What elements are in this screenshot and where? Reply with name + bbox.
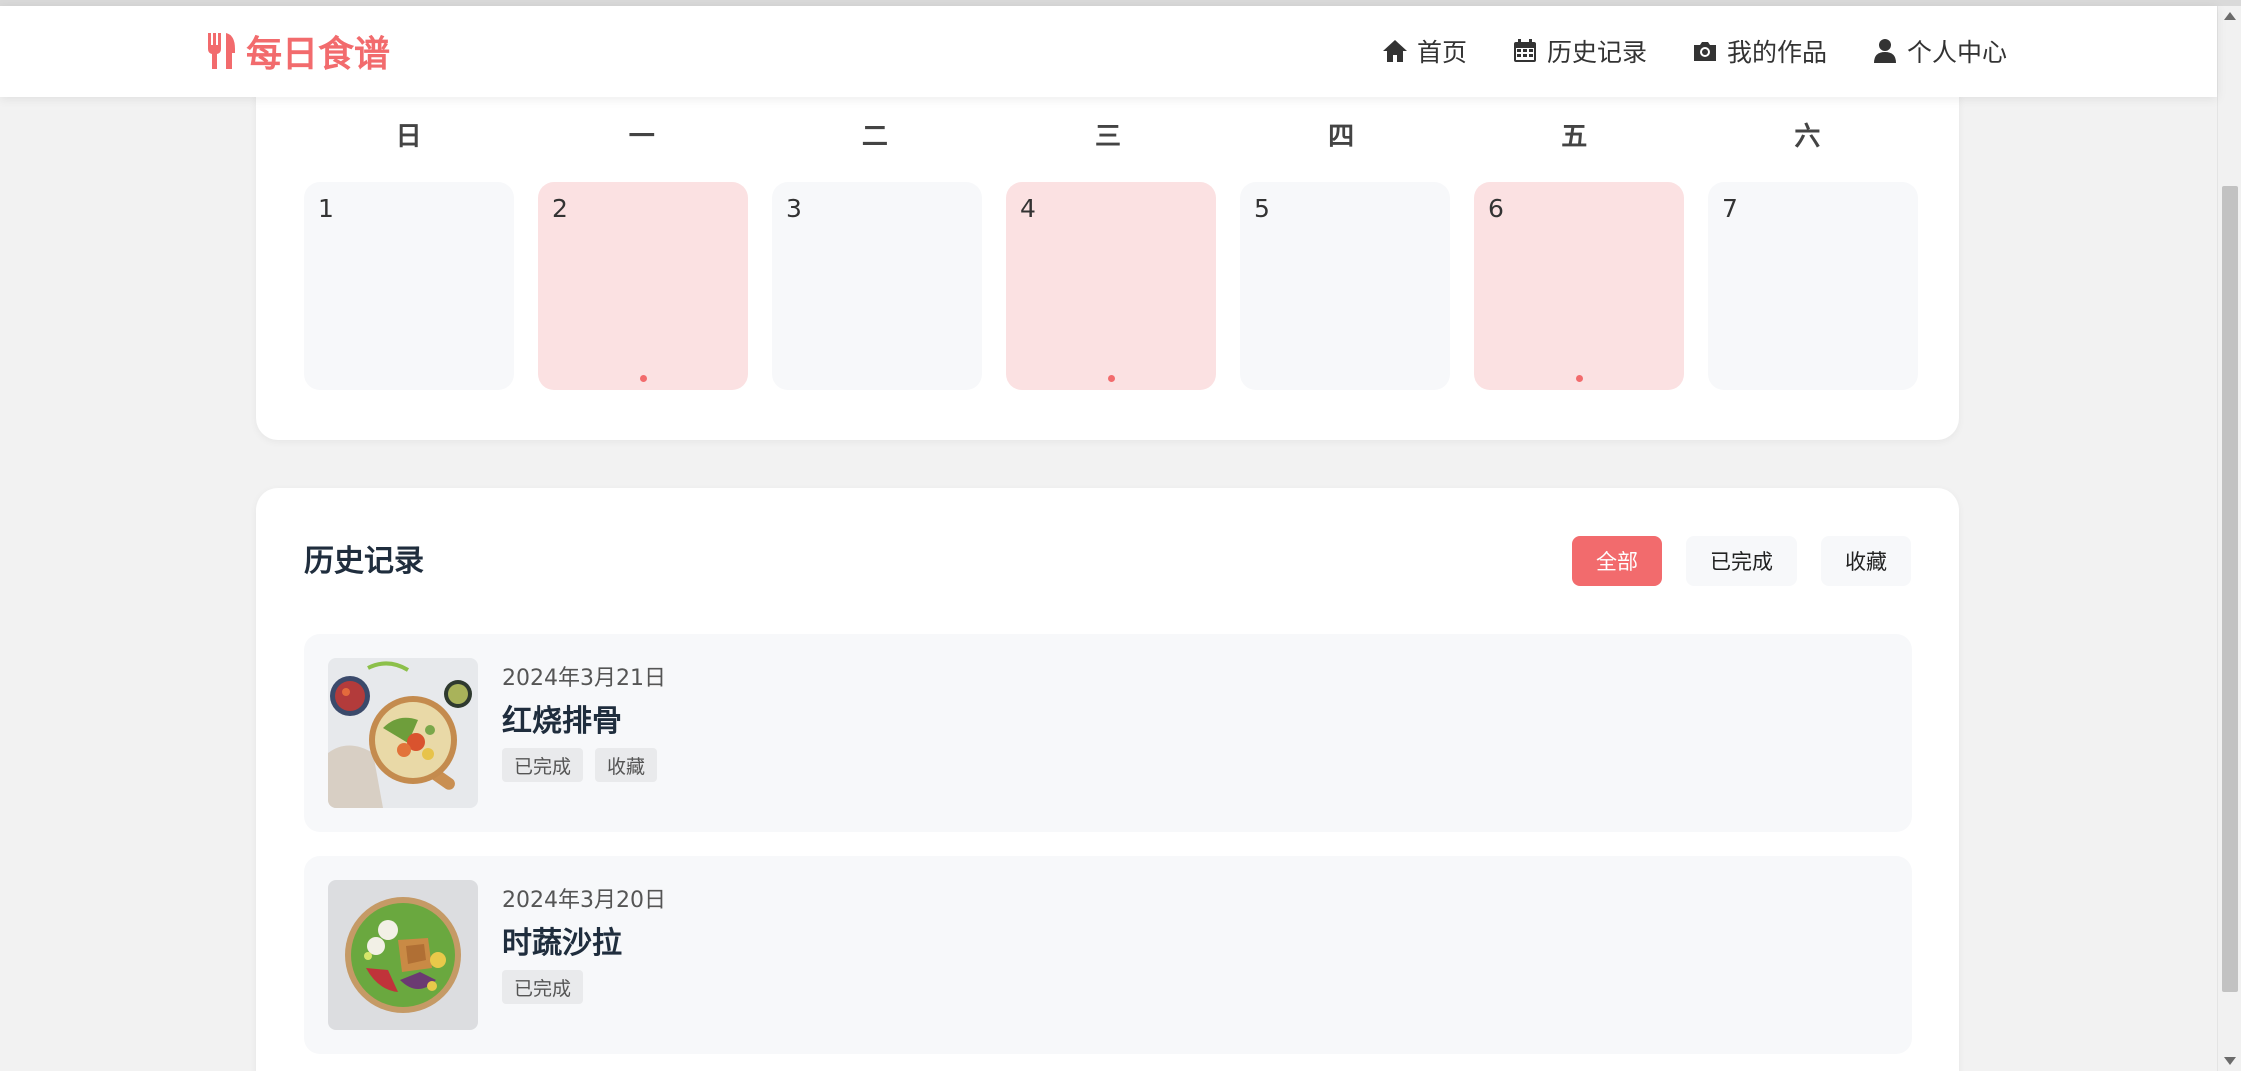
tag-favorite: 收藏 (595, 748, 658, 782)
weekday-tue: 二 (861, 122, 888, 152)
weekday-fri: 五 (1561, 122, 1588, 152)
nav-works-label: 我的作品 (1726, 38, 1827, 67)
weekday-sun: 日 (395, 122, 422, 152)
record-dot (1576, 375, 1583, 382)
day-number: 7 (1722, 194, 1738, 223)
day-number: 6 (1488, 194, 1504, 223)
calendar-day[interactable]: 5 (1240, 182, 1450, 390)
brand-name: 每日食谱 (246, 34, 391, 75)
vertical-scrollbar[interactable] (2217, 6, 2241, 1071)
calendar-day[interactable]: 3 (772, 182, 982, 390)
filter-favorite-button[interactable]: 收藏 (1821, 536, 1911, 586)
list-item[interactable]: 2024年3月21日 红烧排骨 已完成 收藏 (304, 634, 1912, 832)
history-title: 历史记录 (304, 544, 424, 579)
food-bowl-image (328, 658, 478, 808)
calendar-day[interactable]: 6 (1474, 182, 1684, 390)
record-dot (640, 375, 647, 382)
record-date: 2024年3月21日 (502, 666, 666, 691)
camera-icon (1693, 42, 1716, 61)
history-filters: 全部 已完成 收藏 (1572, 536, 1911, 586)
main-nav: 首页 历史记录 我的作品 个人中心 (1381, 28, 2007, 74)
nav-home-label: 首页 (1416, 38, 1467, 67)
weekday-mon: 一 (628, 122, 655, 152)
weekday-thu: 四 (1328, 122, 1355, 152)
nav-profile-label: 个人中心 (1906, 38, 2007, 67)
brand-logo[interactable]: 每日食谱 (206, 28, 391, 75)
scroll-down-arrow-icon[interactable] (2224, 1057, 2236, 1065)
top-header: 每日食谱 首页 历史记录 我的作品 个人中心 (0, 6, 2217, 97)
day-number: 3 (786, 194, 802, 223)
day-number: 4 (1020, 194, 1036, 223)
nav-profile[interactable]: 个人中心 (1871, 33, 2007, 69)
day-number: 1 (318, 194, 334, 223)
weekday-wed: 三 (1094, 122, 1121, 152)
day-number: 5 (1254, 194, 1270, 223)
nav-history[interactable]: 历史记录 (1511, 33, 1647, 69)
calendar-day[interactable]: 7 (1708, 182, 1918, 390)
calendar-day[interactable]: 2 (538, 182, 748, 390)
record-title: 时蔬沙拉 (502, 926, 622, 961)
record-tags: 已完成 收藏 (502, 748, 658, 782)
calendar-card: 日 一 二 三 四 五 六 1 2 3 4 5 6 7 (256, 40, 1959, 440)
tag-completed: 已完成 (502, 970, 584, 1004)
weekday-sat: 六 (1794, 122, 1821, 152)
nav-history-label: 历史记录 (1546, 38, 1647, 67)
salad-bowl-image (328, 880, 478, 1030)
day-number: 2 (552, 194, 568, 223)
list-item[interactable]: 2024年3月20日 时蔬沙拉 已完成 (304, 856, 1912, 1054)
viewport: 每日食谱 首页 历史记录 我的作品 个人中心 日 一 二 三 四 五 六 1 2… (0, 0, 2241, 1071)
filter-all-button[interactable]: 全部 (1572, 536, 1662, 586)
home-icon (1382, 40, 1407, 62)
recipe-thumbnail (328, 658, 478, 808)
utensils-icon (208, 33, 235, 69)
tag-completed: 已完成 (502, 748, 584, 782)
user-icon (1873, 39, 1896, 63)
weekday-header: 日 一 二 三 四 五 六 (304, 116, 1912, 156)
filter-completed-button[interactable]: 已完成 (1686, 536, 1797, 586)
record-tags: 已完成 (502, 970, 584, 1004)
record-title: 红烧排骨 (502, 704, 622, 739)
nav-works[interactable]: 我的作品 (1691, 33, 1827, 69)
scrollbar-thumb[interactable] (2222, 186, 2238, 992)
calendar-day[interactable]: 4 (1006, 182, 1216, 390)
nav-home[interactable]: 首页 (1381, 33, 1467, 69)
calendar-icon (1513, 39, 1536, 62)
scroll-up-arrow-icon[interactable] (2224, 12, 2236, 20)
recipe-thumbnail (328, 880, 478, 1030)
history-card: 历史记录 全部 已完成 收藏 2024年3月21日 红烧排骨 已完成 收藏 20… (256, 488, 1959, 1071)
calendar-day[interactable]: 1 (304, 182, 514, 390)
calendar-days: 1 2 3 4 5 6 7 (304, 182, 1918, 390)
record-dot (1108, 375, 1115, 382)
record-date: 2024年3月20日 (502, 888, 666, 913)
